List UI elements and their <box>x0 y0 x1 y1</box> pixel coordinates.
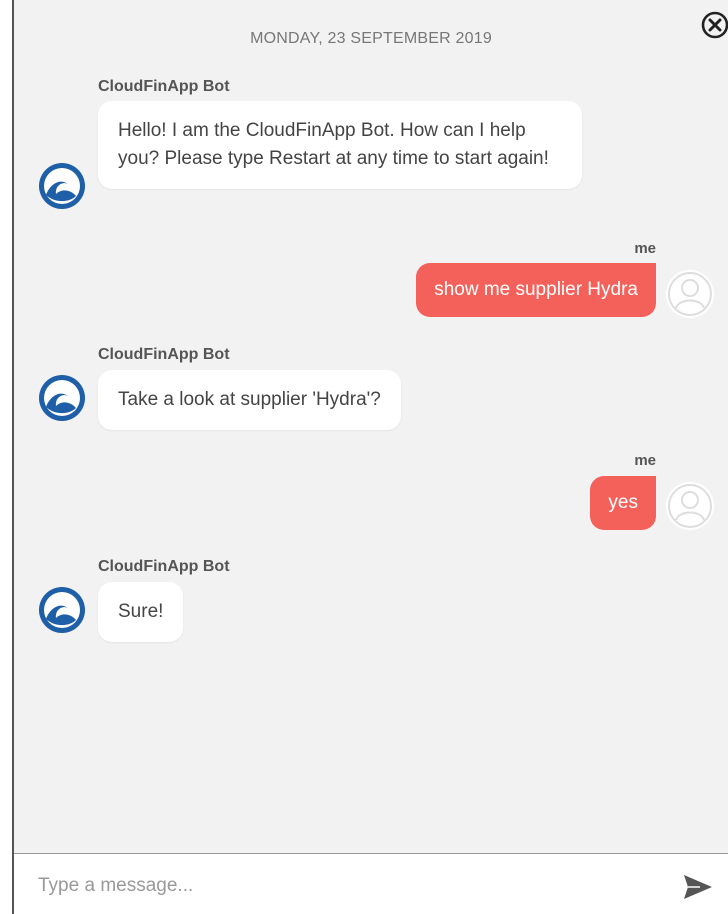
send-icon[interactable] <box>682 872 714 902</box>
bot-message: Take a look at supplier 'Hydra'? <box>98 370 401 430</box>
bot-sender-name: CloudFinApp Bot <box>98 346 230 363</box>
bot-sender-name: CloudFinApp Bot <box>98 558 230 575</box>
user-sender-name: me <box>634 240 656 257</box>
user-avatar <box>666 270 714 318</box>
message-input[interactable] <box>36 868 640 904</box>
user-sender-name: me <box>634 452 656 469</box>
message-composer <box>14 853 728 914</box>
user-avatar <box>666 482 714 530</box>
user-message: show me supplier Hydra <box>416 263 656 317</box>
bot-message: Sure! <box>98 582 184 642</box>
bot-avatar <box>39 163 85 209</box>
bot-avatar <box>39 587 85 633</box>
close-icon[interactable] <box>700 10 728 40</box>
bot-message: Hello! I am the CloudFinApp Bot. How can… <box>98 101 582 189</box>
bot-sender-name: CloudFinApp Bot <box>98 78 230 95</box>
chat-window: MONDAY, 23 SEPTEMBER 2019 CloudFinApp Bo… <box>12 0 728 914</box>
date-header: MONDAY, 23 SEPTEMBER 2019 <box>250 30 492 47</box>
user-message: yes <box>590 476 656 530</box>
bot-avatar <box>39 375 85 421</box>
